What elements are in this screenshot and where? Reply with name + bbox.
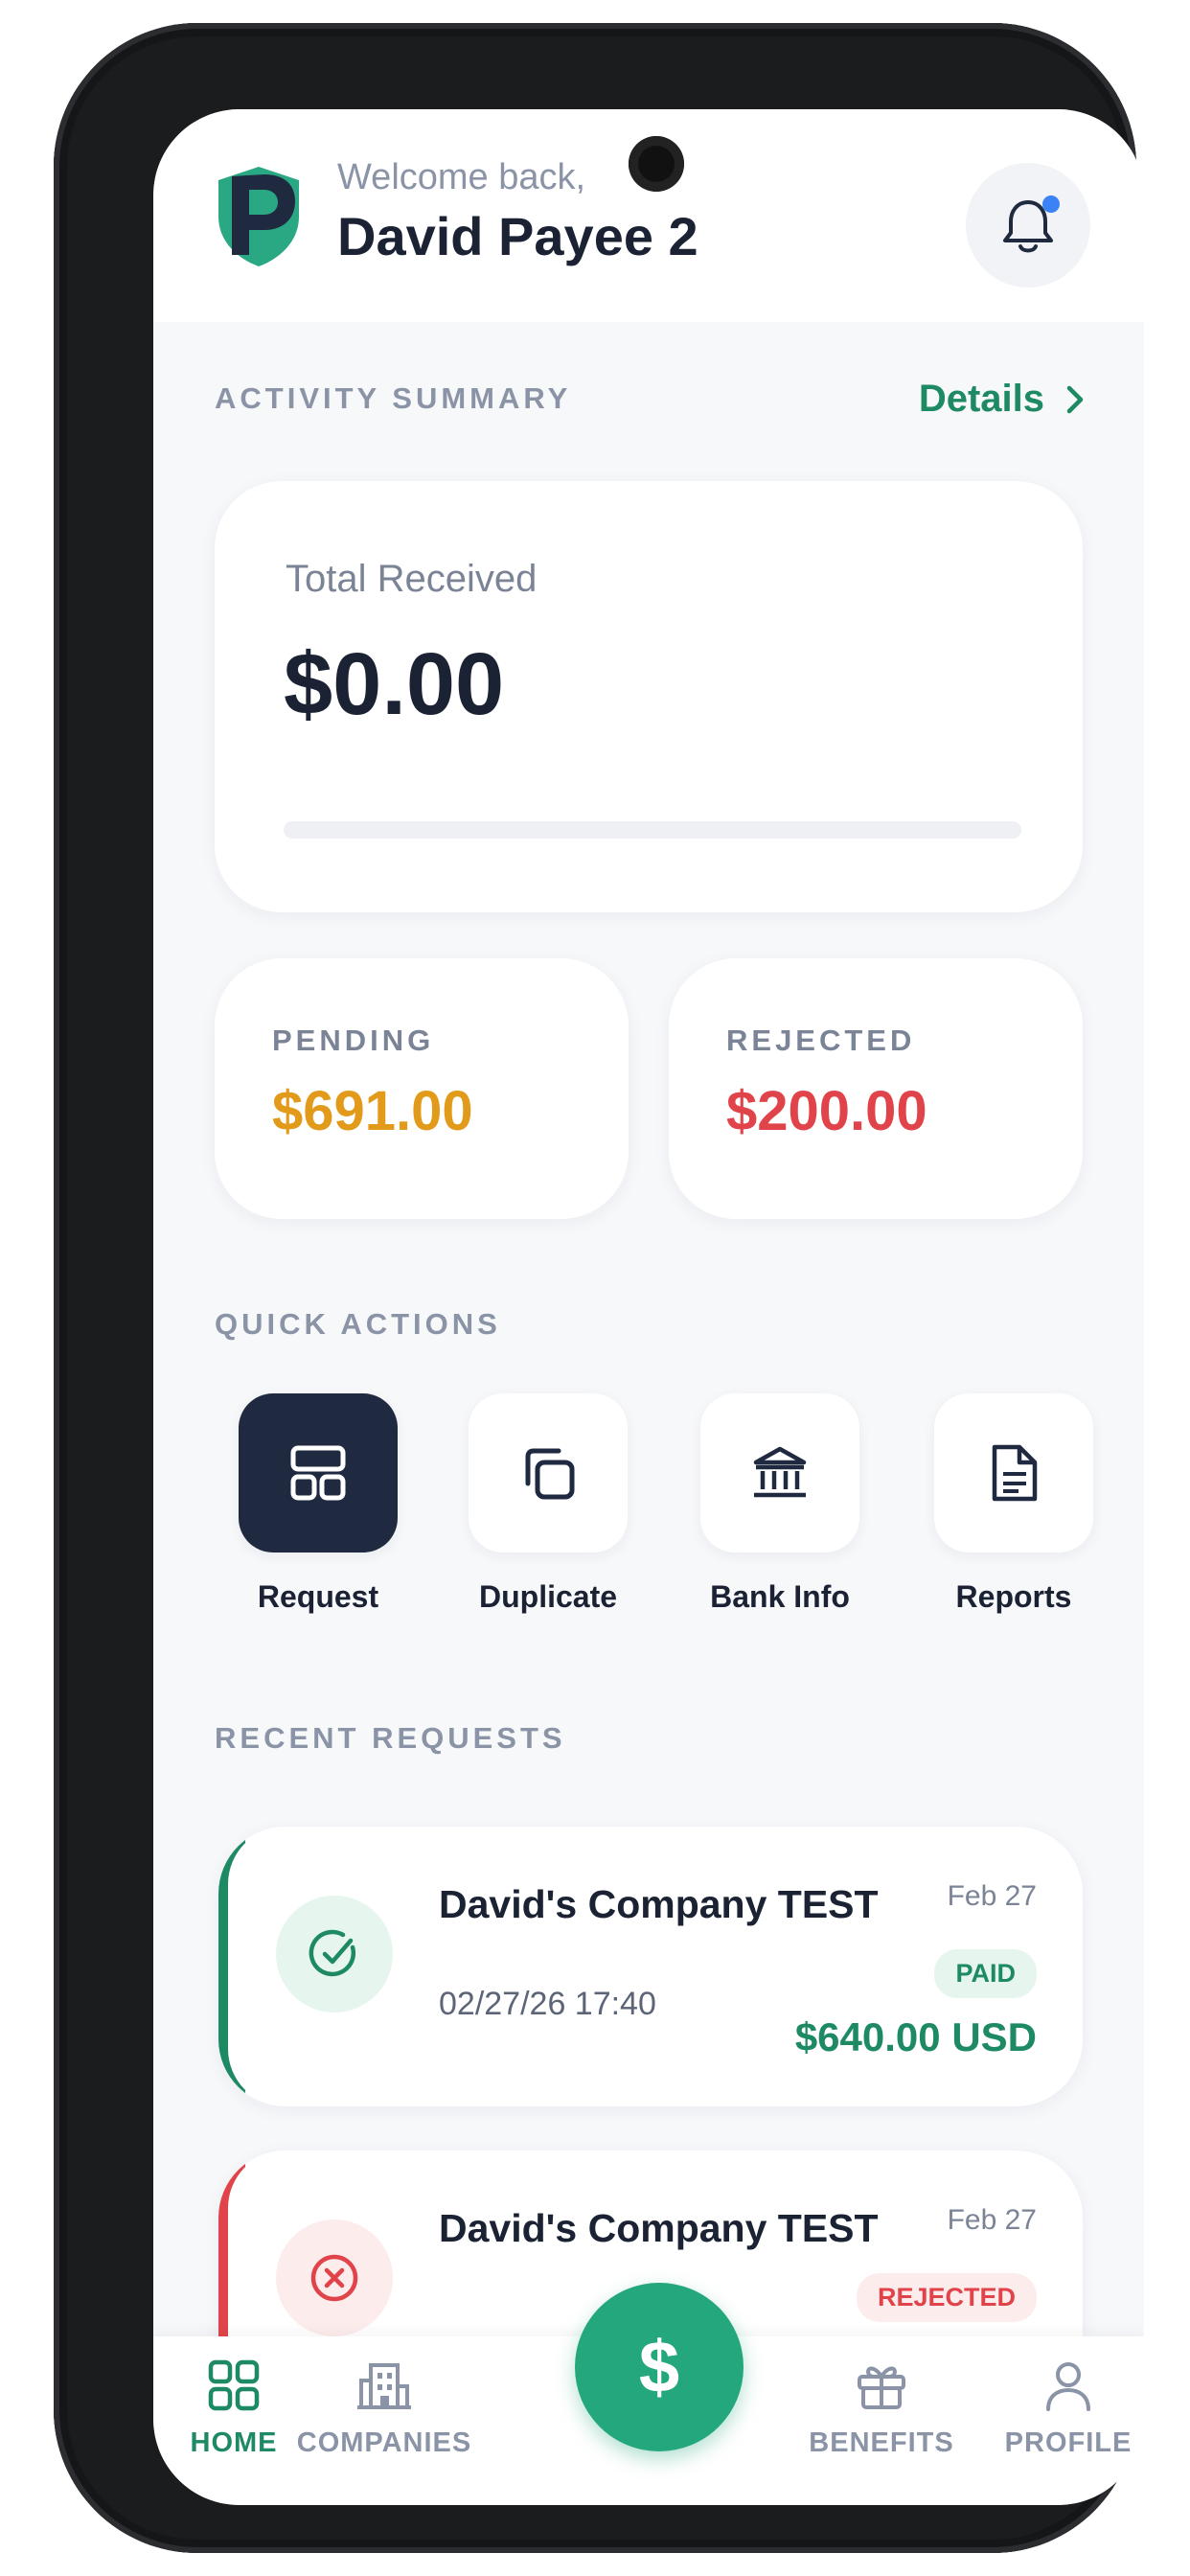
request-company-name: David's Company TEST: [439, 2206, 879, 2250]
quick-action-request[interactable]: Request: [222, 1393, 414, 1615]
recent-requests-heading: RECENT REQUESTS: [215, 1721, 566, 1755]
quick-actions-row: Request Duplicate Bank Info Reports: [222, 1393, 1093, 1643]
rejected-amount: $200.00: [726, 1080, 927, 1142]
home-grid-icon: [208, 2359, 260, 2411]
gift-icon: [858, 2366, 905, 2409]
rejected-label: REJECTED: [726, 1024, 916, 1057]
quick-action-duplicate[interactable]: Duplicate: [452, 1393, 644, 1615]
request-status-icon-wrap: [276, 2220, 393, 2336]
rejected-card[interactable]: REJECTED $200.00: [669, 958, 1083, 1219]
app-screen: Welcome back, David Payee 2 ACTIVITY SUM…: [153, 109, 1144, 2505]
document-icon: [992, 1444, 1038, 1502]
user-icon: [1046, 2362, 1090, 2411]
bank-info-action-button[interactable]: [700, 1393, 859, 1552]
request-status-icon-wrap: [276, 1896, 393, 2012]
request-company-name: David's Company TEST: [439, 1882, 879, 1926]
duplicate-action-button[interactable]: [469, 1393, 628, 1552]
app-logo-icon: [218, 167, 299, 266]
front-camera: [629, 136, 684, 192]
request-amount: $640.00 USD: [794, 2014, 1037, 2059]
layout-grid-icon: [290, 1445, 346, 1501]
user-name: David Payee 2: [337, 206, 698, 266]
nav-benefits-label: BENEFITS: [809, 2427, 954, 2458]
nav-companies-label: COMPANIES: [296, 2427, 472, 2458]
nav-profile-label: PROFILE: [1004, 2427, 1133, 2458]
quick-action-bank-info[interactable]: Bank Info: [684, 1393, 876, 1615]
chevron-right-icon: [1066, 385, 1084, 413]
nav-companies[interactable]: COMPANIES: [274, 2358, 494, 2459]
details-label: Details: [918, 378, 1044, 420]
reports-label: Reports: [955, 1579, 1072, 1614]
details-link[interactable]: Details: [919, 378, 1085, 421]
total-progress-bar: [284, 821, 1021, 839]
notification-dot: [1042, 196, 1060, 213]
nav-profile[interactable]: PROFILE: [977, 2358, 1144, 2459]
total-received-card: Total Received $0.00: [215, 481, 1083, 912]
bank-icon: [753, 1446, 807, 1498]
status-badge: PAID: [934, 1949, 1037, 1998]
nav-benefits[interactable]: BENEFITS: [786, 2358, 977, 2459]
status-accent-bar: [218, 1827, 286, 2106]
reports-action-button[interactable]: [934, 1393, 1093, 1552]
total-received-label: Total Received: [286, 558, 538, 600]
total-received-amount: $0.00: [284, 635, 505, 733]
request-date: Feb 27: [947, 1880, 1037, 1912]
copy-icon: [525, 1448, 575, 1500]
building-icon: [357, 2363, 411, 2409]
request-card[interactable]: David's Company TEST Feb 27 02/27/26 17:…: [218, 1827, 1083, 2106]
phone-frame: Welcome back, David Payee 2 ACTIVITY SUM…: [54, 23, 1144, 2553]
x-circle-icon: [310, 2254, 358, 2302]
dollar-icon: $: [638, 2326, 680, 2408]
request-timestamp: 02/27/26 17:40: [439, 1986, 656, 2022]
activity-summary-heading: ACTIVITY SUMMARY: [215, 381, 572, 415]
quick-actions-heading: QUICK ACTIONS: [215, 1307, 501, 1341]
request-action-button[interactable]: [239, 1393, 398, 1552]
request-label: Request: [257, 1579, 379, 1614]
pending-label: PENDING: [272, 1024, 435, 1057]
duplicate-label: Duplicate: [478, 1579, 618, 1614]
quick-action-reports[interactable]: Reports: [918, 1393, 1110, 1615]
notifications-button[interactable]: [966, 163, 1090, 288]
status-badge: REJECTED: [856, 2273, 1037, 2322]
pending-amount: $691.00: [272, 1080, 473, 1142]
check-circle-icon: [309, 1929, 356, 1977]
request-date: Feb 27: [947, 2204, 1037, 2236]
bank-info-label: Bank Info: [710, 1579, 850, 1614]
pending-card[interactable]: PENDING $691.00: [215, 958, 629, 1219]
welcome-text: Welcome back,: [337, 157, 586, 197]
new-payment-button[interactable]: $: [575, 2283, 744, 2451]
